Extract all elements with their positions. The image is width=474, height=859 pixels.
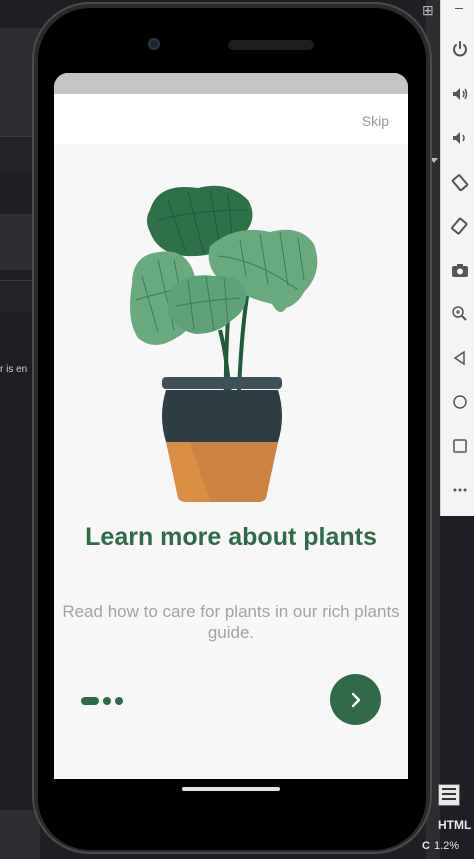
zoom-icon[interactable] [449,303,471,325]
skip-button[interactable]: Skip [362,113,389,129]
emulator-toolbar [440,0,474,516]
power-icon[interactable] [449,38,471,60]
volume-down-icon[interactable] [449,127,471,149]
layout-toggle-icon[interactable] [438,784,460,806]
more-icon[interactable] [449,479,471,501]
top-bar: Skip [54,94,408,144]
home-icon[interactable] [449,391,471,413]
window-layout-icon[interactable]: ⊞ [422,2,434,19]
status-readout: C 1.2% [422,840,459,852]
minimize-icon[interactable] [455,8,463,9]
page-indicator-dot-active [81,697,99,705]
page-indicator-dot [103,697,111,705]
next-button[interactable] [330,674,381,725]
page-indicator-dot [115,697,123,705]
status-bar [54,73,408,94]
plant-illustration [130,185,318,502]
status-c-label: C [422,840,430,852]
rotate-left-icon[interactable] [449,171,471,193]
volume-up-icon[interactable] [449,83,471,105]
earpiece-speaker [228,40,314,50]
status-percent: 1.2% [433,840,460,852]
onboarding-title: Learn more about plants [85,523,377,551]
back-icon[interactable] [449,347,471,369]
front-camera [148,38,160,50]
onboarding-subtitle: Read how to care for plants in our rich … [62,602,400,642]
camera-icon[interactable] [449,259,471,281]
app-screen: Skip Learn more about plants Read how to… [54,73,408,779]
ide-log-text: r is en [0,364,28,375]
page-indicator [81,697,127,705]
chevron-right-icon [351,692,360,707]
rotate-right-icon[interactable] [449,215,471,237]
gesture-bar[interactable] [182,787,280,791]
ide-bottom-panel [0,810,40,859]
language-indicator[interactable]: HTML [438,818,471,832]
overview-icon[interactable] [449,435,471,457]
